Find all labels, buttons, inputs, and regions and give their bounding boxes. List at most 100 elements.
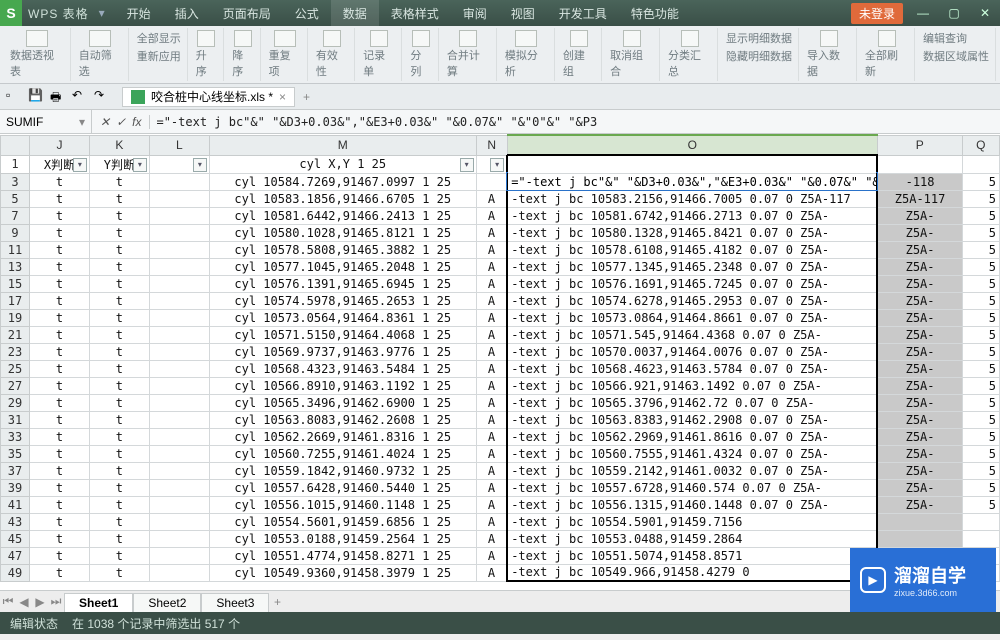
cell[interactable]: -text j bc 10559.2142,91461.0032 0.07 0 … [507, 462, 877, 479]
cell[interactable] [149, 275, 209, 292]
table-row[interactable]: 27ttcyl 10566.8910,91463.1192 1 25A-text… [1, 377, 1000, 394]
cell[interactable]: cyl 10549.9360,91458.3979 1 25 [209, 564, 476, 581]
cell[interactable]: A [476, 292, 507, 309]
cell[interactable] [149, 326, 209, 343]
cell[interactable] [149, 309, 209, 326]
cell[interactable]: A [476, 496, 507, 513]
sheet-tab[interactable]: Sheet2 [133, 593, 201, 612]
cell[interactable]: t [29, 343, 89, 360]
cell[interactable] [962, 530, 999, 547]
cell[interactable]: Z5A- [877, 241, 962, 258]
cell[interactable]: A [476, 360, 507, 377]
filter-icon[interactable]: ▾ [73, 158, 87, 172]
row-header[interactable]: 23 [1, 343, 30, 360]
cell[interactable] [149, 530, 209, 547]
table-row[interactable]: 19ttcyl 10573.0564,91464.8361 1 25A-text… [1, 309, 1000, 326]
cell[interactable]: 5 [962, 411, 999, 428]
cell[interactable]: A [476, 343, 507, 360]
cell[interactable]: cyl 10583.1856,91466.6705 1 25 [209, 190, 476, 207]
table-row[interactable]: 33ttcyl 10562.2669,91461.8316 1 25A-text… [1, 428, 1000, 445]
cell[interactable]: -text j bc 10570.0037,91464.0076 0.07 0 … [507, 343, 877, 360]
cell[interactable]: A [476, 224, 507, 241]
sheet-nav-prev-icon[interactable]: ◀ [16, 595, 32, 609]
cell[interactable]: 5 [962, 224, 999, 241]
cell[interactable] [149, 479, 209, 496]
row-header[interactable]: 37 [1, 462, 30, 479]
row-header[interactable]: 5 [1, 190, 30, 207]
cell[interactable]: 5 [962, 462, 999, 479]
cell[interactable]: t [89, 445, 149, 462]
cell[interactable] [149, 377, 209, 394]
table-row[interactable]: 9ttcyl 10580.1028,91465.8121 1 25A-text … [1, 224, 1000, 241]
cell[interactable]: cyl 10580.1028,91465.8121 1 25 [209, 224, 476, 241]
row-header[interactable]: 43 [1, 513, 30, 530]
row-header[interactable]: 1 [1, 155, 30, 173]
row-header[interactable]: 21 [1, 326, 30, 343]
cell[interactable]: t [29, 207, 89, 224]
cell[interactable]: 5 [962, 377, 999, 394]
cell[interactable]: t [29, 445, 89, 462]
table-row[interactable]: 39ttcyl 10557.6428,91460.5440 1 25A-text… [1, 479, 1000, 496]
cell[interactable]: A [476, 530, 507, 547]
cell-header-K[interactable]: Y判断▾ [89, 155, 149, 173]
row-header[interactable]: 45 [1, 530, 30, 547]
table-row[interactable]: 21ttcyl 10571.5150,91464.4068 1 25A-text… [1, 326, 1000, 343]
cell[interactable] [149, 394, 209, 411]
row-header[interactable]: 27 [1, 377, 30, 394]
cell[interactable]: cyl 10576.1391,91465.6945 1 25 [209, 275, 476, 292]
cell-header-L[interactable]: ▾ [149, 155, 209, 173]
cell[interactable]: t [29, 547, 89, 564]
cell[interactable]: t [89, 496, 149, 513]
cell[interactable]: t [89, 479, 149, 496]
col-header-L[interactable]: L [149, 135, 209, 155]
redo-icon[interactable]: ↷ [94, 88, 112, 106]
cell[interactable]: Z5A- [877, 292, 962, 309]
ribbon-subtotal[interactable]: 分类汇总 [662, 28, 718, 81]
cell[interactable]: 5 [962, 394, 999, 411]
cell[interactable]: cyl 10563.8083,91462.2608 1 25 [209, 411, 476, 428]
ribbon-sort-asc[interactable]: 升序 [190, 28, 224, 81]
cell[interactable]: t [89, 224, 149, 241]
cell[interactable]: 5 [962, 343, 999, 360]
table-row[interactable]: 13ttcyl 10577.1045,91465.2048 1 25A-text… [1, 258, 1000, 275]
row-header[interactable]: 13 [1, 258, 30, 275]
cell[interactable] [149, 173, 209, 190]
cell-header-J[interactable]: X判断▾ [29, 155, 89, 173]
cell[interactable]: t [89, 411, 149, 428]
cell[interactable]: -text j bc 10565.3796,91462.72 0.07 0 Z5… [507, 394, 877, 411]
formula-input[interactable]: ="-text j bc"&" "&D3+0.03&","&E3+0.03&" … [150, 115, 1000, 129]
ribbon-split[interactable]: 分列 [404, 28, 438, 81]
menu-tab-4[interactable]: 数据 [331, 0, 379, 26]
cell[interactable]: -text j bc 10553.0488,91459.2864 [507, 530, 877, 547]
cell[interactable] [149, 207, 209, 224]
cell[interactable]: 5 [962, 275, 999, 292]
col-header-Q[interactable]: Q [962, 135, 999, 155]
cell[interactable]: t [89, 207, 149, 224]
cell[interactable]: A [476, 513, 507, 530]
cell[interactable]: t [29, 564, 89, 581]
login-badge[interactable]: 未登录 [851, 3, 903, 24]
cell[interactable]: -text j bc 10580.1328,91465.8421 0.07 0 … [507, 224, 877, 241]
cell[interactable]: t [29, 309, 89, 326]
cell[interactable]: t [29, 241, 89, 258]
cell[interactable]: Z5A- [877, 275, 962, 292]
menu-tab-8[interactable]: 开发工具 [547, 0, 619, 26]
ribbon-record[interactable]: 记录单 [357, 28, 402, 81]
cell[interactable]: -text j bc 10554.5901,91459.7156 [507, 513, 877, 530]
table-row[interactable]: 25ttcyl 10568.4323,91463.5484 1 25A-text… [1, 360, 1000, 377]
cell[interactable]: 5 [962, 326, 999, 343]
cell[interactable]: Z5A- [877, 394, 962, 411]
menu-tab-6[interactable]: 审阅 [451, 0, 499, 26]
cell[interactable]: t [29, 513, 89, 530]
cell[interactable]: cyl 10571.5150,91464.4068 1 25 [209, 326, 476, 343]
cell[interactable]: A [476, 479, 507, 496]
cell[interactable]: 5 [962, 309, 999, 326]
cell[interactable] [149, 445, 209, 462]
menu-tab-3[interactable]: 公式 [283, 0, 331, 26]
cell[interactable]: A [476, 462, 507, 479]
cell[interactable]: cyl 10573.0564,91464.8361 1 25 [209, 309, 476, 326]
undo-icon[interactable]: ↶ [72, 88, 90, 106]
cell[interactable]: A [476, 564, 507, 581]
cell[interactable]: t [89, 462, 149, 479]
cell[interactable]: A [476, 207, 507, 224]
